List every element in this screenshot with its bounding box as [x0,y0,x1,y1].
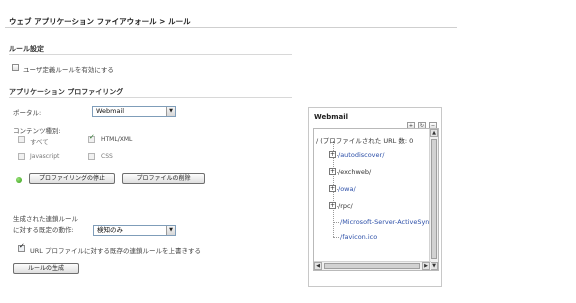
tree-connector [333,222,339,223]
profiling-heading: アプリケーション プロファイリング [9,88,124,96]
rule-settings-heading: ルール設定 [9,45,44,53]
expand-icon[interactable]: + [329,151,336,158]
overwrite-rules-checkbox[interactable]: ✓ [18,242,25,252]
check-icon: ✓ [19,242,25,250]
tree-node-autodiscover[interactable]: /autodiscover/ [338,151,384,159]
tree-node-favicon[interactable]: /favicon.ico [340,233,377,241]
portal-select-value: Webmail [96,107,125,115]
chevron-down-icon: ▼ [166,226,175,235]
tree-node-rpc[interactable]: /rpc/ [338,202,353,210]
tree-vertical-scrollbar[interactable]: ▲ ▼ [429,129,438,270]
portal-label: ポータル: [13,109,42,117]
tree-horizontal-scrollbar[interactable]: ◀ ▶ [314,261,431,270]
vertical-scroll-thumb[interactable] [431,139,437,259]
generate-rules-button[interactable]: ルールの生成 [13,263,79,274]
scroll-right-icon[interactable]: ▶ [422,262,430,270]
profiling-divider [9,97,292,98]
default-action-select[interactable]: 検知のみ ▼ [93,225,176,236]
horizontal-scroll-thumb[interactable] [324,263,420,269]
content-type-css-label: CSS [101,153,113,160]
tree-node-owa[interactable]: /owa/ [338,185,356,193]
scroll-down-icon[interactable]: ▼ [430,262,438,270]
generated-rules-label-line2: に対する既定の動作: [13,226,74,234]
tree-root-label[interactable]: / (プロファイルされた URL 数: 0 [316,135,413,145]
page-title: ウェブ アプリケーション ファイアウォール > ルール [9,17,191,26]
enable-user-rules-checkbox[interactable] [12,64,19,71]
scroll-up-icon[interactable]: ▲ [430,129,438,137]
tree-node-exchweb[interactable]: /exchweb/ [338,168,371,176]
default-action-value: 検知のみ [97,226,123,234]
header-divider [5,27,457,28]
delete-profile-button[interactable]: プロファイルの削除 [122,173,205,184]
content-type-javascript-label: Javascript [30,153,60,160]
content-type-html-label: HTML/XML [101,136,133,143]
content-type-css-checkbox[interactable] [88,153,95,160]
check-icon: ✓ [89,133,95,141]
scroll-left-icon[interactable]: ◀ [314,262,322,270]
expand-icon[interactable]: + [329,185,336,192]
content-type-html-checkbox[interactable]: ✓ [88,133,95,143]
expand-icon[interactable]: + [329,168,336,175]
portal-select[interactable]: Webmail ▼ [92,106,176,117]
url-tree[interactable]: / (プロファイルされた URL 数: 0 + /autodiscover/ +… [313,128,439,271]
enable-user-rules-label: ユーザ定義ルールを有効にする [23,66,114,74]
content-type-all-checkbox[interactable] [18,136,25,143]
expand-icon[interactable]: + [329,202,336,209]
stop-profiling-button[interactable]: プロファイリングの停止 [29,173,115,184]
tree-node-activesync[interactable]: /Microsoft-Server-ActiveSync [340,218,433,226]
profiling-status-icon [16,177,22,183]
chevron-down-icon: ▼ [166,107,175,116]
content-type-all-label: すべて [30,138,49,146]
rule-settings-divider [9,54,292,55]
content-type-javascript-checkbox[interactable] [18,153,25,160]
generated-rules-label-line1: 生成された連鎖ルール [13,215,78,223]
content-type-label: コンテンツ種別: [13,127,61,135]
tree-connector [333,237,339,238]
overwrite-rules-label: URL プロファイルに対する既存の連鎖ルールを上書きする [30,247,201,255]
tree-panel-title: Webmail [314,113,349,121]
